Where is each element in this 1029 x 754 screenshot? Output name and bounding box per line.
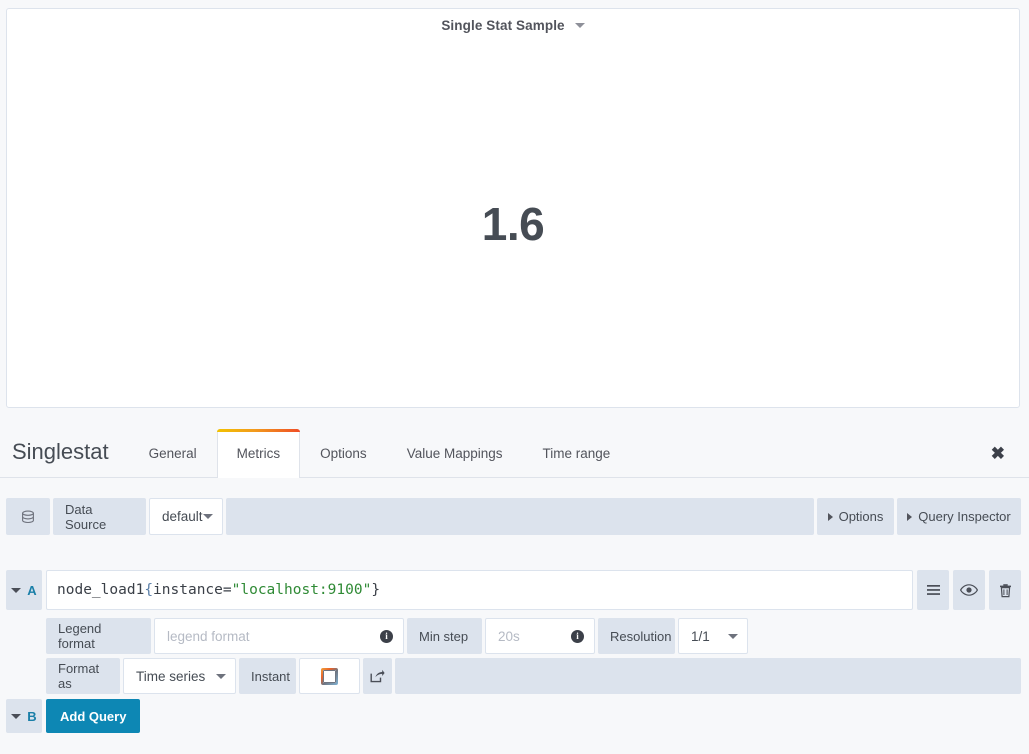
min-step-input[interactable]: 20s i bbox=[485, 618, 595, 654]
external-link-icon[interactable] bbox=[363, 658, 392, 694]
legend-format-input[interactable]: legend format i bbox=[154, 618, 404, 654]
datasource-row: Data Source default Options Query Inspec… bbox=[6, 498, 1021, 535]
chevron-down-icon bbox=[216, 674, 226, 679]
query-a-options-spacer bbox=[395, 658, 1021, 694]
info-icon[interactable]: i bbox=[380, 630, 393, 643]
singlestat-value: 1.6 bbox=[482, 201, 544, 247]
legend-format-placeholder: legend format bbox=[167, 629, 250, 644]
datasource-label: Data Source bbox=[53, 498, 146, 535]
grafana-panel-editor: Single Stat Sample 1.6 Singlestat Genera… bbox=[0, 0, 1029, 754]
query-a-expression-input[interactable]: node_load1{instance="localhost:9100"} bbox=[46, 570, 913, 610]
datasource-select-value: default bbox=[162, 509, 203, 524]
legend-format-label: Legend format bbox=[46, 618, 151, 654]
query-a-toggle[interactable]: A bbox=[6, 570, 42, 610]
query-inspector-button[interactable]: Query Inspector bbox=[897, 498, 1021, 535]
trash-icon[interactable] bbox=[989, 570, 1021, 610]
query-b-refid: B bbox=[27, 709, 36, 724]
query-inspector-label: Query Inspector bbox=[918, 509, 1011, 524]
eye-icon[interactable] bbox=[953, 570, 985, 610]
query-options-label: Options bbox=[839, 509, 884, 524]
panel-title: Single Stat Sample bbox=[441, 18, 564, 33]
editor-title: Singlestat bbox=[0, 441, 123, 477]
instant-checkbox-cell[interactable] bbox=[299, 658, 360, 694]
editor-body: Data Source default Options Query Inspec… bbox=[0, 478, 1029, 754]
query-a-options-row-2: Format as Time series Instant bbox=[46, 658, 1021, 694]
tab-value-mappings[interactable]: Value Mappings bbox=[387, 429, 523, 477]
query-options-button[interactable]: Options bbox=[817, 498, 894, 535]
chevron-right-icon bbox=[907, 513, 912, 521]
tab-time-range[interactable]: Time range bbox=[523, 429, 631, 477]
query-b-toggle[interactable]: B bbox=[6, 699, 42, 733]
min-step-label: Min step bbox=[407, 618, 482, 654]
tab-metrics[interactable]: Metrics bbox=[217, 429, 301, 478]
query-open-brace-token: { bbox=[144, 582, 153, 598]
format-as-select[interactable]: Time series bbox=[123, 658, 236, 694]
instant-label: Instant bbox=[239, 658, 296, 694]
singlestat-panel: Single Stat Sample 1.6 bbox=[6, 8, 1020, 408]
tab-options[interactable]: Options bbox=[300, 429, 387, 477]
datasource-select[interactable]: default bbox=[149, 498, 223, 535]
query-label-value-token: "localhost:9100" bbox=[232, 582, 372, 598]
format-as-value: Time series bbox=[136, 669, 205, 684]
resolution-value: 1/1 bbox=[691, 629, 710, 644]
close-editor-button[interactable]: ✖ bbox=[991, 445, 1029, 477]
panel-body: 1.6 bbox=[7, 41, 1019, 407]
chevron-right-icon bbox=[828, 513, 833, 521]
query-a-options-row-1: Legend format legend format i Min step 2… bbox=[46, 618, 1021, 654]
chevron-down-icon bbox=[11, 714, 21, 719]
query-editor-list: A node_load1{instance="localhost:9100"} bbox=[6, 570, 1021, 733]
query-row-a: A node_load1{instance="localhost:9100"} bbox=[6, 570, 1021, 610]
resolution-label: Resolution bbox=[598, 618, 675, 654]
chevron-down-icon[interactable] bbox=[575, 23, 585, 28]
query-metric-token: node_load1 bbox=[57, 582, 144, 598]
instant-checkbox[interactable] bbox=[321, 668, 338, 685]
hamburger-icon[interactable] bbox=[917, 570, 949, 610]
tab-general[interactable]: General bbox=[129, 429, 217, 477]
info-icon[interactable]: i bbox=[571, 630, 584, 643]
query-a-refid: A bbox=[27, 583, 36, 598]
query-label-key-token: instance= bbox=[153, 582, 232, 598]
chevron-down-icon bbox=[203, 514, 213, 519]
editor-tabs: General Metrics Options Value Mappings T… bbox=[129, 429, 631, 477]
panel-header[interactable]: Single Stat Sample bbox=[7, 9, 1019, 41]
min-step-placeholder: 20s bbox=[498, 629, 520, 644]
chevron-down-icon bbox=[11, 588, 21, 593]
format-as-label: Format as bbox=[46, 658, 120, 694]
query-row-b: B Add Query bbox=[6, 699, 1021, 733]
add-query-button[interactable]: Add Query bbox=[46, 699, 140, 733]
editor-header: Singlestat General Metrics Options Value… bbox=[0, 410, 1029, 478]
datasource-row-spacer bbox=[226, 498, 814, 535]
resolution-select[interactable]: 1/1 bbox=[678, 618, 748, 654]
database-icon bbox=[6, 498, 50, 535]
query-close-brace-token: } bbox=[371, 582, 380, 598]
chevron-down-icon bbox=[728, 634, 738, 639]
